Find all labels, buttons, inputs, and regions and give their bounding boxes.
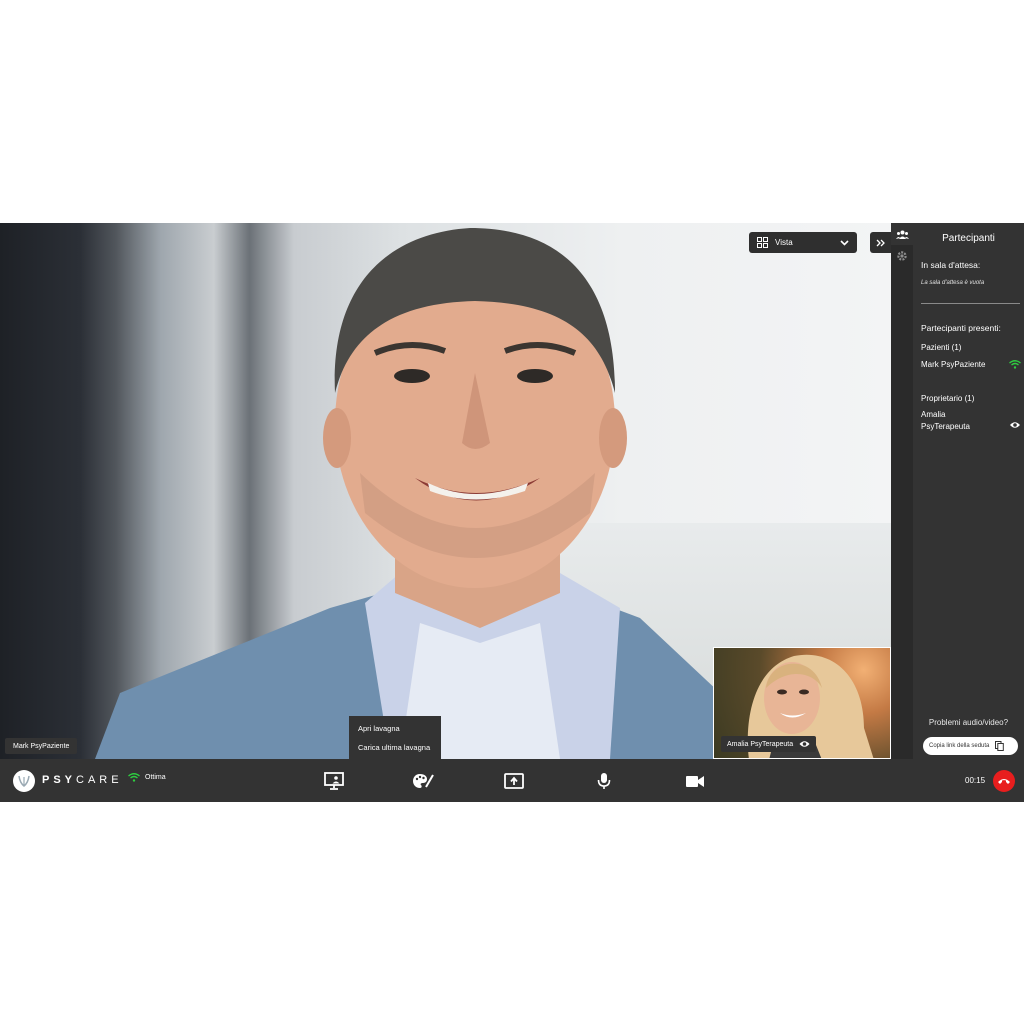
eye-icon[interactable] <box>799 740 810 748</box>
hang-up-button[interactable] <box>993 770 1015 792</box>
double-chevron-right-icon <box>876 239 885 246</box>
menu-item-load-last-whiteboard[interactable]: Carica ultima lavagna <box>349 738 441 757</box>
remote-participant-name: Mark PsyPaziente <box>13 742 70 750</box>
upload-icon <box>504 773 524 789</box>
present-participants-heading: Partecipanti presenti: <box>921 323 1001 333</box>
video-camera-icon <box>686 775 704 787</box>
copy-icon <box>995 741 1005 751</box>
sidebar-tabs <box>891 223 913 759</box>
brand-wordmark: PSYCARE <box>42 774 123 786</box>
microphone-icon <box>597 773 611 789</box>
camera-button[interactable] <box>683 769 707 793</box>
self-video-feed[interactable]: Amalia PsyTerapeuta <box>713 647 891 759</box>
wifi-signal-icon <box>128 773 140 782</box>
patients-heading: Pazienti (1) <box>921 343 962 352</box>
whiteboard-menu: Apri lavagna Carica ultima lavagna <box>349 716 441 759</box>
owner-name-line2: PsyTerapeuta <box>921 422 970 431</box>
owner-name-line1: Amalia <box>921 410 946 419</box>
video-call-app: Vista Mark PsyPaziente Apri lavagna Cari… <box>0 223 1024 802</box>
copy-session-link-button[interactable]: Copia link della seduta <box>923 737 1018 755</box>
people-icon <box>895 230 909 239</box>
call-timer: 00:15 <box>965 776 986 785</box>
microphone-button[interactable] <box>592 769 616 793</box>
connection-quality: Ottima <box>128 773 166 782</box>
psycare-logo <box>13 770 35 792</box>
av-problems-link[interactable]: Problemi audio/video? <box>913 718 1024 727</box>
tab-settings[interactable] <box>891 245 913 267</box>
patient-name: Mark PsyPaziente <box>921 360 986 369</box>
upload-file-button[interactable] <box>502 769 526 793</box>
self-participant-name: Amalia PsyTerapeuta <box>727 740 794 748</box>
gear-icon <box>897 251 907 261</box>
tab-participants[interactable] <box>891 223 913 245</box>
view-layout-dropdown[interactable]: Vista <box>749 232 857 253</box>
palette-icon <box>413 774 434 788</box>
collapse-panel-button[interactable] <box>870 232 891 253</box>
brand-bold: PSY <box>42 774 77 786</box>
phone-hangup-icon <box>998 779 1010 784</box>
panel-title: Partecipanti <box>942 233 995 244</box>
view-label: Vista <box>775 238 793 247</box>
grid-icon <box>757 237 768 248</box>
divider <box>921 303 1020 304</box>
self-participant-name-tag: Amalia PsyTerapeuta <box>721 736 817 752</box>
share-screen-button[interactable] <box>322 769 346 793</box>
remote-participant-name-tag: Mark PsyPaziente <box>5 738 78 754</box>
menu-item-open-whiteboard[interactable]: Apri lavagna <box>349 719 441 738</box>
owner-heading: Proprietario (1) <box>921 394 975 403</box>
main-video-feed: Vista Mark PsyPaziente Apri lavagna Cari… <box>0 223 891 759</box>
waiting-room-heading: In sala d'attesa: <box>921 260 981 270</box>
waiting-room-empty-note: La sala d'attesa è vuota <box>921 280 985 286</box>
logo-mark-icon <box>18 775 30 787</box>
presentation-icon <box>324 772 344 790</box>
participants-panel: Partecipanti In sala d'attesa: La sala d… <box>913 223 1024 759</box>
bottom-control-bar: PSYCARE Ottima 00:15 <box>0 759 1024 802</box>
wifi-signal-icon <box>1009 360 1021 369</box>
brand-light: CARE <box>76 774 123 786</box>
chevron-down-icon <box>840 239 849 246</box>
eye-icon[interactable] <box>1009 421 1021 429</box>
whiteboard-button[interactable] <box>411 769 435 793</box>
connection-status: Ottima <box>145 774 166 781</box>
copy-link-label: Copia link della seduta <box>929 743 990 749</box>
